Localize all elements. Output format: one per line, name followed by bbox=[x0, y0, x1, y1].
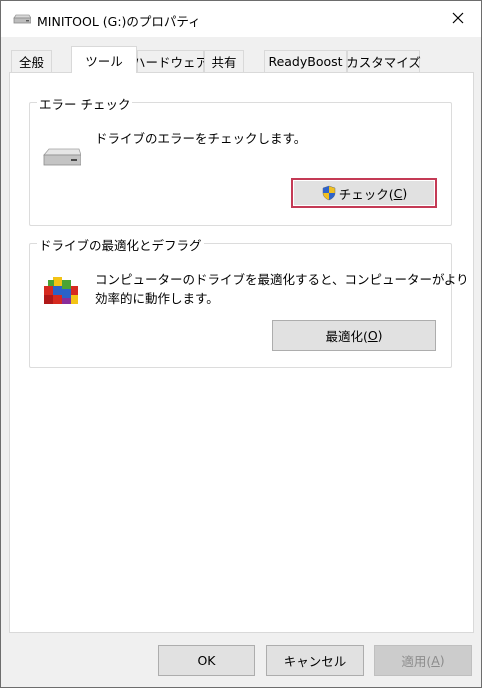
tab-sharing[interactable]: 共有 bbox=[204, 50, 244, 72]
error-check-legend: エラー チェック bbox=[37, 94, 133, 113]
check-button-label: チェック( bbox=[338, 186, 394, 202]
cancel-button[interactable]: キャンセル bbox=[266, 645, 364, 676]
optimize-button-accelerator: O bbox=[367, 328, 378, 343]
close-button[interactable] bbox=[435, 1, 481, 37]
tools-panel: エラー チェック ドライブのエラーをチェックします。 チェック(C) ドライブ… bbox=[9, 72, 474, 633]
check-button-accelerator: C bbox=[393, 185, 403, 201]
uac-shield-icon bbox=[321, 185, 337, 201]
error-check-description: ドライブのエラーをチェックします。 bbox=[95, 131, 307, 146]
window-title: MINITOOL (G:)のプロパティ bbox=[37, 14, 201, 29]
ok-button[interactable]: OK bbox=[158, 645, 255, 676]
tab-tools[interactable]: ツール bbox=[71, 46, 137, 73]
apply-button-label: 適用( bbox=[401, 654, 432, 669]
drive-icon bbox=[43, 146, 82, 171]
title-bar: MINITOOL (G:)のプロパティ bbox=[1, 1, 481, 37]
optimize-description-line2: 効率的に動作します。 bbox=[95, 291, 219, 306]
apply-button-label-end: ) bbox=[439, 653, 445, 668]
optimize-description-line1: コンピューターのドライブを最適化すると、コンピューターがより bbox=[95, 272, 469, 287]
optimize-button[interactable]: 最適化(O) bbox=[272, 320, 436, 351]
close-icon bbox=[452, 12, 464, 27]
tab-strip: 全般 ツール ハードウェア 共有 ReadyBoost カスタマイズ bbox=[9, 46, 475, 73]
tab-hardware[interactable]: ハードウェア bbox=[133, 50, 208, 72]
error-check-group: エラー チェック ドライブのエラーをチェックします。 チェック(C) bbox=[29, 94, 452, 226]
optimize-legend: ドライブの最適化とデフラグ bbox=[37, 235, 204, 254]
properties-dialog: MINITOOL (G:)のプロパティ 全般 ツール ハードウェア 共有 Rea… bbox=[0, 0, 482, 688]
check-button[interactable]: チェック(C) bbox=[291, 178, 437, 208]
dialog-footer: OK キャンセル 適用(A) bbox=[1, 633, 481, 687]
tab-readyboost[interactable]: ReadyBoost bbox=[264, 50, 347, 72]
apply-button[interactable]: 適用(A) bbox=[374, 645, 472, 676]
drive-icon bbox=[13, 13, 32, 25]
check-button-label-end: ) bbox=[402, 185, 408, 201]
optimize-button-label-end: ) bbox=[377, 328, 383, 343]
apply-button-accelerator: A bbox=[431, 653, 440, 668]
optimize-button-label: 最適化( bbox=[325, 329, 368, 344]
optimize-group: ドライブの最適化とデフラグ コンピューターのドライブを最適化すると、コンピュータ… bbox=[29, 235, 469, 368]
tab-general[interactable]: 全般 bbox=[11, 50, 52, 72]
defrag-icon bbox=[42, 272, 80, 309]
tab-customize[interactable]: カスタマイズ bbox=[346, 50, 421, 72]
